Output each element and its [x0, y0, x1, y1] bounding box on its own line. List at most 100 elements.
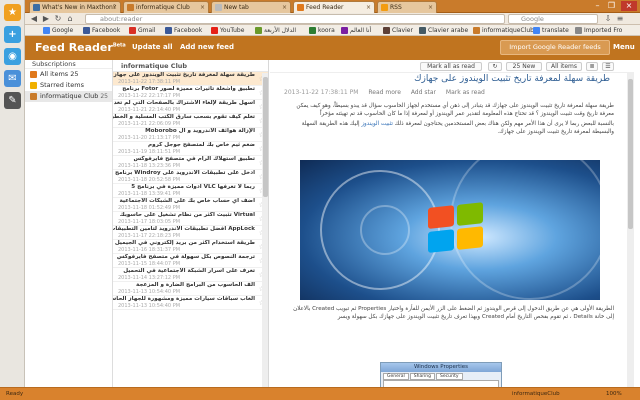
restore-icon[interactable]: ❐	[605, 1, 618, 11]
list-item[interactable]: الف الحاسوب من البرامج الضارة و المزعجة 2…	[113, 282, 268, 296]
forward-icon[interactable]: ▶	[41, 14, 51, 24]
blank-page-icon	[215, 4, 222, 11]
bookmark-clavier[interactable]: Clavier	[383, 26, 413, 35]
list-item[interactable]: AppLock أفضل تطبيقات الأندرويد لتأمين ال…	[113, 226, 268, 240]
new-count-button[interactable]: 25 New	[506, 62, 542, 71]
address-bar[interactable]: about:reader	[85, 14, 505, 24]
item-title: الإزالة هوائف الأندرويد و ال Moborobo	[145, 128, 255, 134]
home-icon[interactable]: ⌂	[65, 14, 75, 24]
list-item[interactable]: طريقة سهلة لمعرفة تاريخ تثبيت الويندوز ع…	[113, 72, 268, 86]
add-star-link[interactable]: Add star	[411, 89, 436, 96]
list-item[interactable]: ضعم ثيم خاص بك لمتصفح جوجل كروم 2013-11-1…	[113, 142, 268, 156]
item-date: 2013-11-18 01:52:49 PM	[118, 205, 181, 211]
list-item[interactable]: الغاب سباقات سيارات مميزة ومشهورة للجهاز…	[113, 296, 268, 310]
list-item[interactable]: تعرف على أسرار الشبكة الاجتماعية في التح…	[113, 268, 268, 282]
status-text: Ready	[6, 391, 24, 397]
list-item[interactable]: الإزالة هوائف الأندرويد و ال Moborobo 201…	[113, 128, 268, 142]
bookmark-clavier-arabe[interactable]: Clavier arabe	[419, 26, 468, 35]
bookmark-koora[interactable]: koora	[309, 26, 335, 35]
close-icon[interactable]: ×	[112, 2, 117, 13]
bookmark-informatiqueclub[interactable]: informatiqueClub	[473, 26, 534, 35]
navigation-bar: ◀ ▶ ↻ ⌂ about:reader Google ⇩ ≡	[25, 13, 640, 25]
bookmark-youtube[interactable]: YouTube	[211, 26, 244, 35]
rss-icon	[381, 4, 388, 11]
mark-all-read-button[interactable]: Mark all as read	[420, 62, 482, 71]
search-input[interactable]: Google	[508, 14, 598, 24]
back-icon[interactable]: ◀	[29, 14, 39, 24]
refresh-icon[interactable]: ↻	[488, 62, 502, 71]
bookmark-google[interactable]: Google	[43, 26, 73, 35]
import-google-reader-button[interactable]: Import Google Reader feeds	[500, 40, 610, 55]
tab-rss[interactable]: RSS ×	[377, 1, 437, 13]
item-date: 2013-11-13 10:54:40 PM	[118, 303, 181, 309]
note-icon[interactable]: ✎	[4, 92, 21, 109]
list-item[interactable]: أضف أي حساب خاص بك على الشبكات الاجتماعي…	[113, 198, 268, 212]
add-new-feed-button[interactable]: Add new feed	[180, 43, 234, 51]
close-icon[interactable]: ×	[282, 2, 287, 13]
mark-as-read-link[interactable]: Mark as read	[446, 89, 485, 96]
list-item[interactable]: ترجمة النصوص بكل سهولة في متصفح فايرفوكس…	[113, 254, 268, 268]
article-scrollbar[interactable]	[627, 73, 634, 387]
all-items-button[interactable]: All items	[546, 62, 582, 71]
update-all-button[interactable]: Update all	[132, 43, 172, 51]
minimize-icon[interactable]: –	[591, 1, 604, 11]
bookmark-arabic-2[interactable]: أنا العالم	[341, 26, 371, 35]
properties-dialog-image: Windows Properties General Sharing Securit…	[380, 362, 502, 387]
close-icon[interactable]: ×	[200, 2, 205, 13]
article-title[interactable]: طريقة سهلة لمعرفة تاريخ تثبيت الويندوز ع…	[290, 74, 610, 84]
item-date: 2013-11-17 22:18:23 PM	[118, 233, 181, 239]
item-title: تعرف على أسرار الشبكة الاجتماعية في التح…	[123, 268, 255, 274]
tab-new-tab[interactable]: New tab ×	[211, 1, 291, 13]
list-item[interactable]: تعلم كيف تقوم بسحب سارق الكتب المسلية و …	[113, 114, 268, 128]
expanded-view-icon[interactable]: ☰	[602, 62, 614, 71]
item-date: 2013-11-19 18:11:51 PM	[118, 149, 181, 155]
tab-whats-new[interactable]: What's New in Maxthon? ×	[29, 1, 121, 13]
download-icon[interactable]: ⇩	[603, 14, 613, 24]
subscription-starred-items[interactable]: Starred items	[25, 80, 112, 91]
settings-icon[interactable]: ≡	[615, 14, 625, 24]
refresh-icon[interactable]: ↻	[53, 14, 63, 24]
list-scrollbar[interactable]	[262, 73, 268, 387]
feed-icon	[30, 93, 37, 100]
windows-logo-icon	[428, 202, 484, 254]
scroll-thumb[interactable]	[628, 79, 633, 229]
menu-button[interactable]: Menu	[613, 43, 635, 51]
list-item[interactable]: تطبيق واشعلة تأثيرات مميزة لصور Fotor بر…	[113, 86, 268, 100]
subscription-informatique-club[interactable]: informatique Club 25	[25, 91, 112, 102]
star-icon[interactable]: ★	[4, 4, 21, 21]
subscription-all-items[interactable]: All items 25	[25, 69, 112, 80]
bookmark-gmail[interactable]: Gmail	[129, 26, 156, 35]
item-title: طريقة استخدام أكثر من بريد إلكتروني في ا…	[114, 240, 255, 246]
bookmark-arabic-1[interactable]: الدلال الأربعة	[255, 26, 296, 35]
list-item[interactable]: أسهل طريقة لإلغاء الاشتراك بالصفحات التي…	[113, 100, 268, 114]
zoom-level[interactable]: 100%	[606, 390, 622, 399]
rss-icon[interactable]: ◉	[4, 48, 21, 65]
status-site[interactable]: informatiqueClub	[512, 390, 560, 399]
list-item[interactable]: طريقة استخدام أكثر من بريد إلكتروني في ا…	[113, 240, 268, 254]
add-icon[interactable]: +	[4, 26, 21, 43]
list-item[interactable]: تطبيق استهلاك الرام في متصفح فايرفوكس 201…	[113, 156, 268, 170]
subscriptions-panel: Subscriptions All items 25 Starred items…	[25, 60, 113, 387]
status-bar: Ready informatiqueClub 100%	[0, 387, 640, 400]
item-date: 2013-11-15 18:44:07 PM	[118, 261, 181, 267]
chat-icon[interactable]: ✉	[4, 70, 21, 87]
bookmark-facebook-2[interactable]: Facebook	[165, 26, 202, 35]
close-window-icon[interactable]: ×	[621, 1, 637, 11]
close-icon[interactable]: ×	[428, 2, 433, 13]
read-more-link[interactable]: Read more	[368, 89, 401, 96]
scroll-thumb[interactable]	[263, 77, 268, 197]
list-item[interactable]: ربما لا تعرفها VLC أدوات مميزة في برنامج…	[113, 184, 268, 198]
tab-feed-reader[interactable]: Feed Reader ×	[293, 1, 375, 13]
bookmark-translate[interactable]: translate	[533, 26, 569, 35]
close-icon[interactable]: ×	[366, 2, 371, 13]
article-link[interactable]: تثبيت الويندوز	[361, 121, 393, 127]
bookmark-facebook[interactable]: Facebook	[83, 26, 120, 35]
list-item[interactable]: ادخل على تطبيقات الأندرويد على Windroy ب…	[113, 170, 268, 184]
tab-informatique-club[interactable]: informatique Club ×	[123, 1, 209, 13]
item-date: 2013-11-14 13:27:12 PM	[118, 275, 181, 281]
star-icon	[30, 82, 37, 89]
list-item[interactable]: Virtual تثبيت أكثر من نظام تشغيل على حاس…	[113, 212, 268, 226]
bookmarks-bar: Google Facebook Gmail Facebook YouTube ا…	[25, 25, 640, 36]
bookmark-imported[interactable]: Imported Fro	[575, 26, 622, 35]
list-view-icon[interactable]: ≣	[586, 62, 598, 71]
